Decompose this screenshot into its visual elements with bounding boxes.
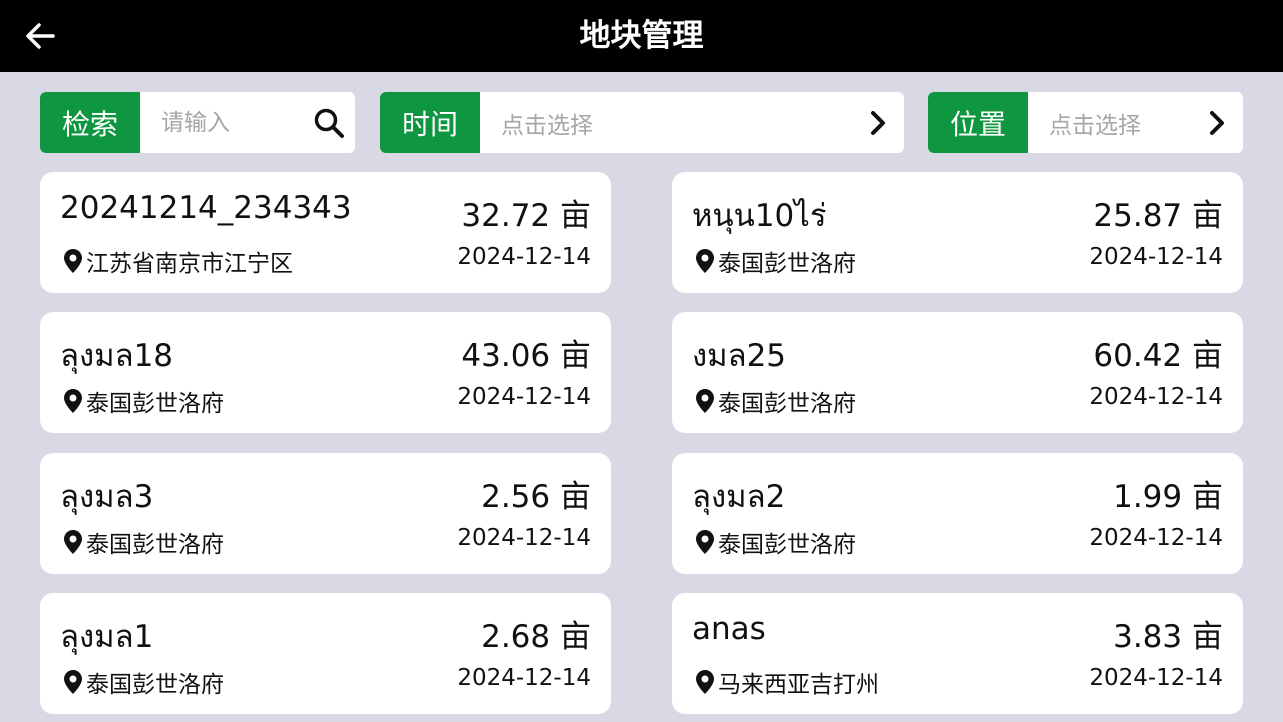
top-bar: 地块管理 <box>0 0 1283 72</box>
location-pin-icon <box>696 389 714 413</box>
plot-name: anas <box>692 611 766 647</box>
plot-location-text: 泰国彭世洛府 <box>718 532 856 558</box>
location-pin-icon <box>64 389 82 413</box>
time-filter[interactable]: 时间 点击选择 <box>380 92 904 153</box>
plot-name: งมล25 <box>692 338 787 374</box>
location-pin-icon <box>64 249 82 273</box>
plot-area: 43.06 亩 <box>461 338 591 374</box>
location-value: 点击选择 <box>1049 112 1141 139</box>
plot-name: 20241214_234343 <box>60 190 352 226</box>
plot-location: 马来西亚吉打州 <box>696 665 879 699</box>
location-pin-icon <box>64 670 82 694</box>
search-button[interactable] <box>309 92 349 153</box>
plot-date: 2024-12-14 <box>457 525 591 551</box>
plot-name: ลุงมล2 <box>692 479 786 515</box>
location-filter[interactable]: 位置 点击选择 <box>928 92 1243 153</box>
time-value: 点击选择 <box>501 112 593 139</box>
chevron-right-icon <box>1210 110 1224 135</box>
location-pin-icon <box>696 670 714 694</box>
plot-location: 泰国彭世洛府 <box>696 525 856 559</box>
plot-location-text: 泰国彭世洛府 <box>86 532 224 558</box>
search-label: 检索 <box>40 92 140 153</box>
plot-date: 2024-12-14 <box>1089 384 1223 410</box>
plot-location: 泰国彭世洛府 <box>696 384 856 418</box>
location-chevron <box>1197 92 1237 153</box>
filter-bar: 检索 时间 点击选择 位置 点击选择 <box>40 92 1243 153</box>
location-pin-icon <box>64 530 82 554</box>
plot-date: 2024-12-14 <box>1089 525 1223 551</box>
plot-area: 2.56 亩 <box>481 479 591 515</box>
plot-card[interactable]: 20241214_234343 32.72 亩 江苏省南京市江宁区 2024-1… <box>40 172 611 293</box>
plot-card[interactable]: ลุงมล1 2.68 亩 泰国彭世洛府 2024-12-14 <box>40 593 611 714</box>
plot-name: ลุงมล3 <box>60 479 154 515</box>
plot-card[interactable]: ลุงมล2 1.99 亩 泰国彭世洛府 2024-12-14 <box>672 453 1243 574</box>
plot-card[interactable]: ลุงมล3 2.56 亩 泰国彭世洛府 2024-12-14 <box>40 453 611 574</box>
time-label: 时间 <box>380 92 480 153</box>
plot-location-text: 泰国彭世洛府 <box>718 251 856 277</box>
plot-card[interactable]: ลุงมล18 43.06 亩 泰国彭世洛府 2024-12-14 <box>40 312 611 433</box>
plot-name: ลุงมล18 <box>60 338 174 374</box>
plot-location: 江苏省南京市江宁区 <box>64 244 293 278</box>
plot-card[interactable]: หนุน10ไร่ 25.87 亩 泰国彭世洛府 2024-12-14 <box>672 172 1243 293</box>
plot-date: 2024-12-14 <box>457 384 591 410</box>
plot-area: 3.83 亩 <box>1113 619 1223 655</box>
plot-location-text: 江苏省南京市江宁区 <box>86 251 293 277</box>
search-filter: 检索 <box>40 92 355 153</box>
time-chevron <box>858 92 898 153</box>
search-icon <box>314 108 344 138</box>
location-pin-icon <box>696 530 714 554</box>
plot-date: 2024-12-14 <box>1089 665 1223 691</box>
plot-name: หนุน10ไร่ <box>692 198 827 234</box>
plot-location-text: 泰国彭世洛府 <box>718 391 856 417</box>
plot-area: 1.99 亩 <box>1113 479 1223 515</box>
location-label: 位置 <box>928 92 1028 153</box>
page-title: 地块管理 <box>579 18 704 54</box>
plot-area: 32.72 亩 <box>461 198 591 234</box>
search-input[interactable] <box>140 92 309 153</box>
plot-name: ลุงมล1 <box>60 619 154 655</box>
plot-location-text: 马来西亚吉打州 <box>718 672 879 698</box>
plot-location: 泰国彭世洛府 <box>696 244 856 278</box>
chevron-right-icon <box>871 110 885 135</box>
plot-location-text: 泰国彭世洛府 <box>86 672 224 698</box>
plot-area: 2.68 亩 <box>481 619 591 655</box>
plot-date: 2024-12-14 <box>457 244 591 270</box>
plot-location: 泰国彭世洛府 <box>64 525 224 559</box>
location-pin-icon <box>696 249 714 273</box>
plot-area: 25.87 亩 <box>1093 198 1223 234</box>
plot-card[interactable]: งมล25 60.42 亩 泰国彭世洛府 2024-12-14 <box>672 312 1243 433</box>
plot-card[interactable]: anas 3.83 亩 马来西亚吉打州 2024-12-14 <box>672 593 1243 714</box>
plot-date: 2024-12-14 <box>457 665 591 691</box>
plot-location-text: 泰国彭世洛府 <box>86 391 224 417</box>
plot-date: 2024-12-14 <box>1089 244 1223 270</box>
plot-location: 泰国彭世洛府 <box>64 384 224 418</box>
plot-location: 泰国彭世洛府 <box>64 665 224 699</box>
plot-area: 60.42 亩 <box>1093 338 1223 374</box>
